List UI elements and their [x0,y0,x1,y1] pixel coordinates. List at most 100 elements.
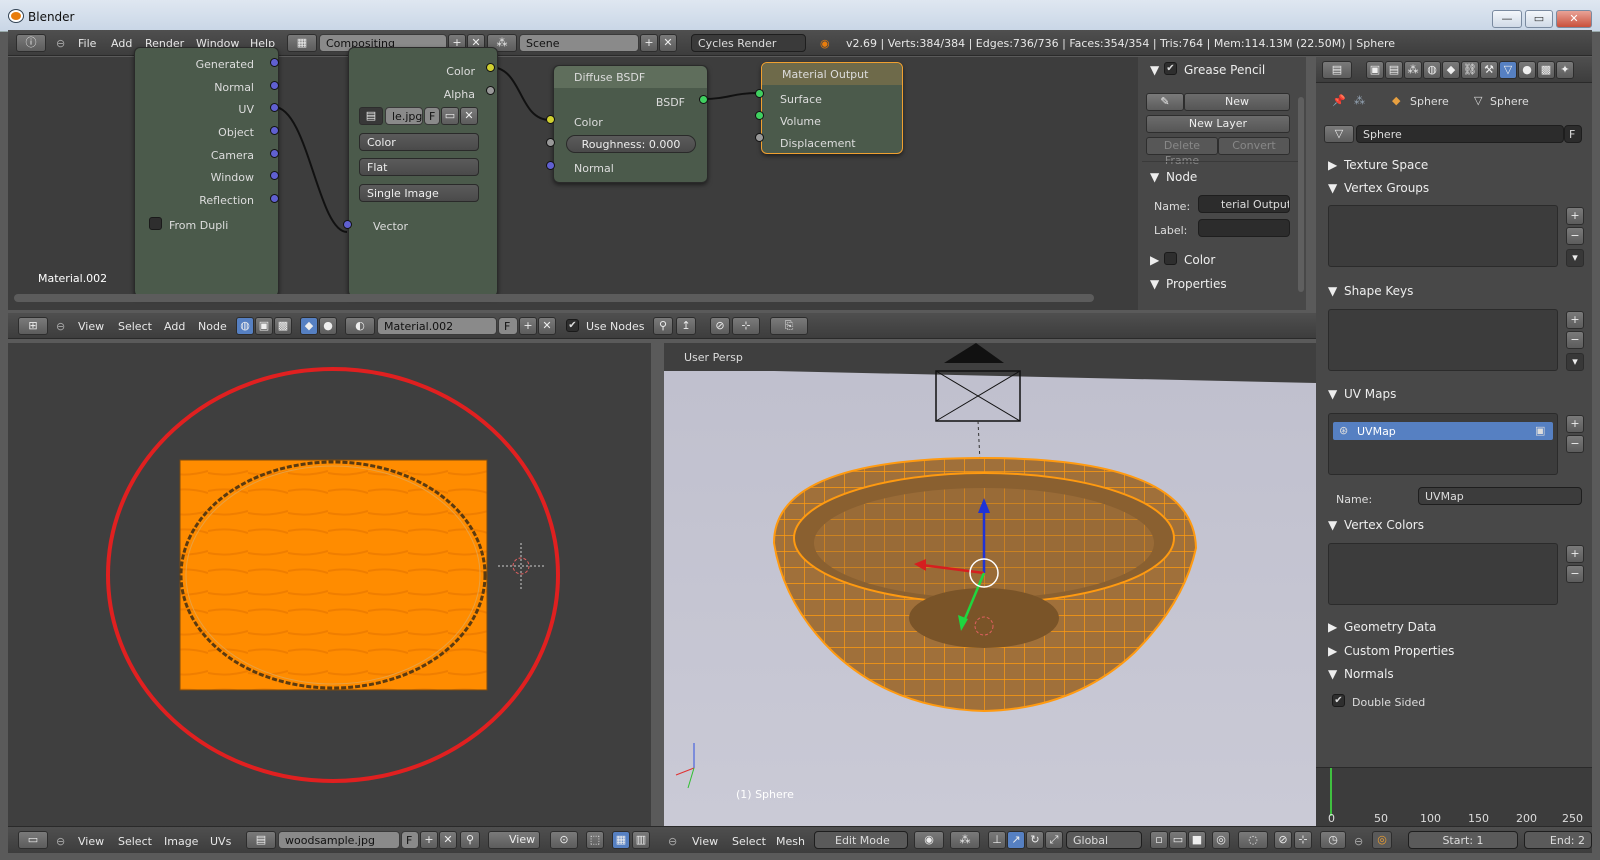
vp-menu-select[interactable]: Select [732,835,766,848]
snap-element-icon[interactable]: ⊹ [732,317,760,335]
image-browse-icon[interactable]: ▤ [359,107,383,125]
image-browse-button[interactable]: ▤ [246,831,276,849]
uv-editor-type-icon[interactable]: ▭ [18,831,48,849]
snap-target-icon[interactable]: ⊹ [1294,831,1312,849]
rotate-icon[interactable]: ↻ [1026,831,1044,849]
sticky-select-icon[interactable]: ⬚ [586,831,604,849]
keying-icon[interactable]: ◎ [1372,831,1392,849]
uv-menu-uvs[interactable]: UVs [210,835,231,848]
parent-node-icon[interactable]: ↥ [676,317,696,335]
scene-tab-icon[interactable]: ⁂ [1404,61,1422,79]
projection-select[interactable]: Single Image [359,184,479,202]
modifiers-tab-icon[interactable]: ⚒ [1480,61,1498,79]
use-nodes-checkbox[interactable]: ✔ [566,319,579,332]
double-sided-checkbox[interactable]: ✔ [1332,694,1345,707]
custom-properties-arrow[interactable]: ▶ [1328,644,1337,658]
add-shape-key-icon[interactable]: + [1566,311,1584,329]
texture-space-arrow[interactable]: ▶ [1328,158,1337,172]
new-image-icon[interactable]: + [420,831,438,849]
start-frame-field[interactable]: Start: 1 [1408,831,1518,849]
editor-type-icon[interactable]: ⓘ [16,34,46,52]
vertex-groups-list[interactable] [1328,205,1558,267]
mode-select[interactable]: Edit Mode [814,831,908,849]
mesh-fake-user[interactable]: F [1564,125,1582,143]
menu-file[interactable]: File [78,37,96,50]
remove-shape-key-icon[interactable]: − [1566,331,1584,349]
vp-menu-view[interactable]: View [692,835,718,848]
node-label-field[interactable] [1198,219,1290,237]
material-fake-user[interactable]: F [498,317,518,335]
add-uvmap-icon[interactable]: + [1566,415,1584,433]
socket-diffuse-normal[interactable] [546,161,555,170]
vertex-colors-arrow[interactable]: ▼ [1328,518,1337,532]
current-frame-marker[interactable] [1330,768,1332,816]
new-grease-pencil-button[interactable]: New [1184,93,1290,111]
timeline[interactable]: 0 50 100 150 200 250 [1316,767,1592,826]
vertex-groups-arrow[interactable]: ▼ [1328,181,1337,195]
node-editor-type-icon[interactable]: ⊞ [18,317,48,335]
unlink-uv-image-icon[interactable]: ✕ [439,831,457,849]
proportional-edit-icon[interactable]: ◌ [1238,831,1268,849]
socket-window[interactable] [270,171,279,180]
layers-tab-icon[interactable]: ▤ [1385,61,1403,79]
render-engine-select[interactable]: Cycles Render [691,34,806,52]
color-space-select[interactable]: Color [359,133,479,151]
edge-select-icon[interactable]: ▭ [1169,831,1187,849]
copy-paste-icon[interactable]: ⎘ [770,317,808,335]
uv-view-select[interactable]: View [488,831,540,849]
socket-volume[interactable] [755,111,764,120]
material-tab-icon[interactable]: ● [1518,61,1536,79]
socket-diffuse-color[interactable] [546,115,555,124]
orientation-select[interactable]: Global [1066,831,1142,849]
vertex-colors-list[interactable] [1328,543,1558,605]
shading-icon[interactable]: ◉ [914,831,944,849]
uv-pin-icon[interactable]: ⚲ [460,831,480,849]
scene-field[interactable]: Scene [519,34,639,52]
end-frame-field[interactable]: End: 2 [1524,831,1592,849]
delete-frame-button[interactable]: Delete Frame [1146,137,1218,167]
texture-nodes-icon[interactable]: ▩ [274,317,292,335]
world-tab-icon[interactable]: ◍ [1423,61,1441,79]
socket-displacement[interactable] [755,133,764,142]
from-dupli-checkbox[interactable] [149,217,162,230]
object-tab-icon[interactable]: ◆ [1442,61,1460,79]
uv-maps-arrow[interactable]: ▼ [1328,387,1337,401]
timeline-editor-type-icon[interactable]: ◷ [1320,831,1346,849]
material-browse-icon[interactable]: ◐ [345,317,375,335]
physics-tab-icon[interactable]: ✦ [1556,61,1574,79]
3d-viewport[interactable]: User Persp (1) Sphere [664,343,1316,826]
pivot-point-icon[interactable]: ⁂ [950,831,980,849]
close-icon[interactable]: ✕ [1556,10,1592,28]
texture-tab-icon[interactable]: ▩ [1537,61,1555,79]
vp-menu-mesh[interactable]: Mesh [776,835,805,848]
roughness-slider[interactable]: Roughness: 0.000 [566,135,696,153]
properties-panel-arrow[interactable]: ▼ [1150,277,1159,291]
uv-image-fake-user[interactable]: F [401,831,419,849]
collapse-icon[interactable]: ⊖ [56,37,65,50]
socket-image-alpha[interactable] [486,86,495,95]
remove-uvmap-icon[interactable]: − [1566,435,1584,453]
pencil-icon[interactable]: ✎ [1146,93,1184,111]
mesh-name-field[interactable]: Sphere [1356,125,1564,143]
diffuse-bsdf-node[interactable]: Diffuse BSDF BSDF Color Roughness: 0.000… [553,65,708,183]
image-name-field[interactable]: le.jpg [385,107,423,125]
render-uv-icon[interactable]: ▣ [1535,424,1545,437]
object-shader-icon[interactable]: ◆ [300,317,318,335]
pin-icon[interactable]: ⚲ [653,317,673,335]
uv-menu-select[interactable]: Select [118,835,152,848]
manipulator-icon[interactable]: ⊥ [988,831,1006,849]
node-menu-select[interactable]: Select [118,320,152,333]
socket-object[interactable] [270,126,279,135]
socket-generated[interactable] [270,58,279,67]
node-editor[interactable]: Generated Normal UV Object Camera Window… [8,47,1138,310]
screen-layout-icon[interactable]: ▦ [287,34,317,52]
translate-icon[interactable]: ↗ [1007,831,1025,849]
fake-user-button[interactable]: F [424,107,440,125]
uv-menu-image[interactable]: Image [164,835,198,848]
add-scene-icon[interactable]: + [640,34,658,52]
vertex-group-specials-icon[interactable]: ▾ [1566,249,1584,267]
grease-pencil-arrow[interactable]: ▼ [1150,63,1159,77]
uv-collapse-icon[interactable]: ⊖ [56,835,65,848]
uv-display-icon[interactable]: ▥ [632,831,650,849]
vertex-select-icon[interactable]: ▫ [1150,831,1168,849]
